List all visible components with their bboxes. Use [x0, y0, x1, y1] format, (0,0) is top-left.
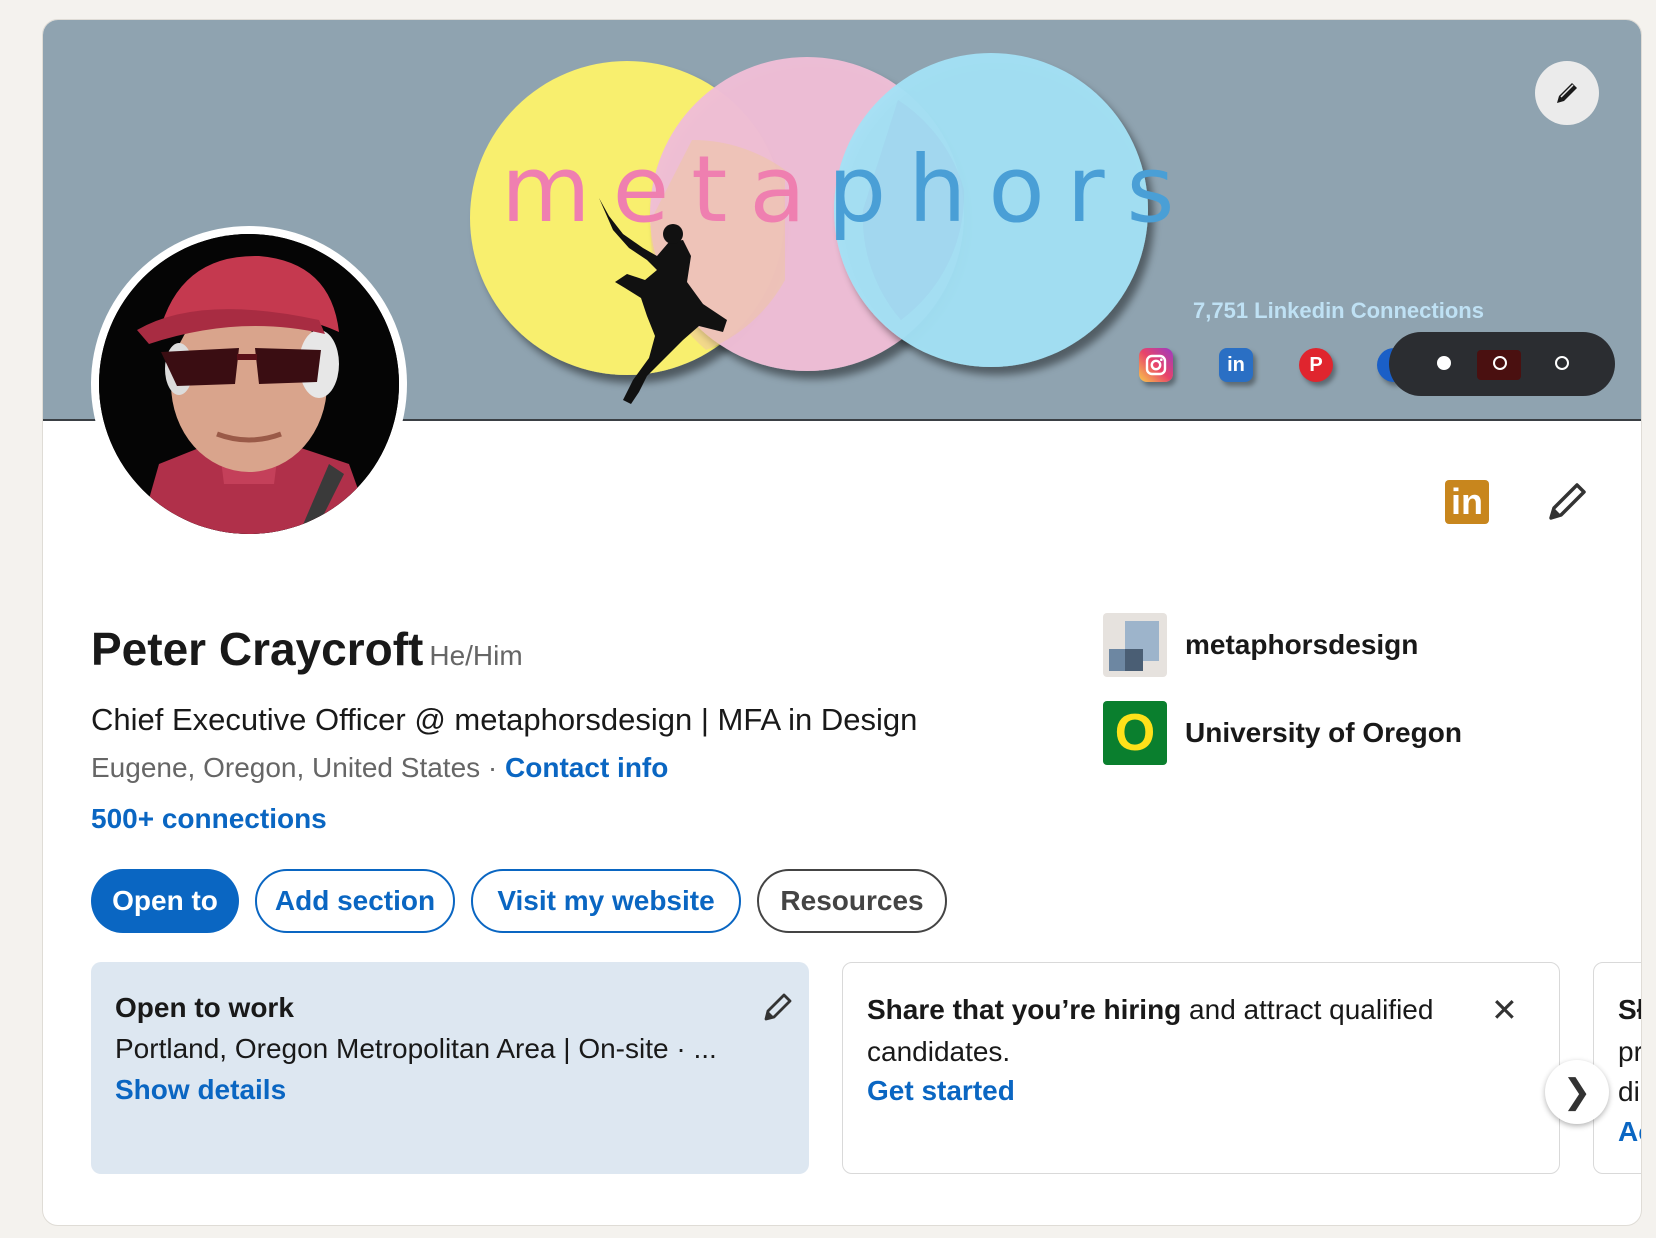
- open-to-button[interactable]: Open to: [91, 869, 239, 933]
- contact-info-link[interactable]: Contact info: [505, 752, 668, 783]
- resources-button[interactable]: Resources: [757, 869, 947, 933]
- profile-headline: Chief Executive Officer @ metaphorsdesig…: [91, 702, 918, 737]
- connections-link[interactable]: 500+ connections: [91, 803, 327, 835]
- carousel-dot-3[interactable]: [1555, 356, 1569, 370]
- location-text: Eugene, Oregon, United States: [91, 752, 481, 783]
- pencil-icon: [1557, 83, 1577, 103]
- next-card-button[interactable]: ❯: [1545, 1060, 1609, 1124]
- edit-open-to-work-button[interactable]: [761, 990, 795, 1024]
- linkedin-badge-icon[interactable]: in: [1445, 480, 1489, 524]
- pencil-outline-icon: [1549, 483, 1586, 520]
- partial-card: Sł pr di Ac: [1593, 962, 1641, 1174]
- profile-card: metaphors 7,751 Linkedin Connections in …: [42, 19, 1642, 1226]
- pencil-icon: [764, 993, 792, 1021]
- open-to-work-title: Open to work: [115, 992, 294, 1023]
- profile-photo[interactable]: [91, 226, 407, 542]
- open-to-work-card: Open to work Portland, Oregon Metropolit…: [91, 962, 809, 1174]
- show-details-link[interactable]: Show details: [115, 1074, 286, 1106]
- school-name: University of Oregon: [1185, 717, 1462, 748]
- open-to-work-details: Portland, Oregon Metropolitan Area | On-…: [115, 1033, 717, 1064]
- add-section-button[interactable]: Add section: [255, 869, 455, 933]
- banner-carousel-controls: [1389, 332, 1615, 396]
- metaphorsdesign-logo: [1103, 613, 1167, 677]
- pronouns: He/Him: [429, 640, 523, 671]
- profile-name: Peter Craycroft He/Him: [91, 623, 523, 675]
- visit-website-button[interactable]: Visit my website: [471, 869, 741, 933]
- edit-banner-button[interactable]: [1535, 61, 1599, 125]
- edit-intro-button[interactable]: [1543, 478, 1591, 526]
- instagram-icon: [1139, 348, 1173, 382]
- banner-connections-text: 7,751 Linkedin Connections: [1193, 298, 1484, 323]
- hiring-text-line2: candidates.: [867, 1036, 1011, 1067]
- company-name: metaphorsdesign: [1185, 629, 1419, 660]
- university-of-oregon-logo: O: [1103, 701, 1167, 765]
- metaphors-wordmark: metaphors: [501, 136, 1197, 243]
- linkedin-icon: in: [1219, 348, 1253, 382]
- carousel-dot-1[interactable]: [1437, 356, 1451, 370]
- pinterest-icon: P: [1299, 348, 1333, 382]
- location-row: Eugene, Oregon, United States · Contact …: [91, 752, 669, 783]
- carousel-dot-2[interactable]: [1493, 356, 1507, 370]
- get-started-link[interactable]: Get started: [867, 1075, 1015, 1107]
- education-school[interactable]: O University of Oregon: [1103, 701, 1462, 765]
- hiring-card: Share that you’re hiring and attract qua…: [842, 962, 1560, 1174]
- profile-photo-image: [99, 234, 399, 534]
- current-company[interactable]: metaphorsdesign: [1103, 613, 1418, 677]
- close-icon[interactable]: ✕: [1491, 991, 1518, 1029]
- hiring-text: Share that you’re hiring and attract qua…: [867, 994, 1434, 1025]
